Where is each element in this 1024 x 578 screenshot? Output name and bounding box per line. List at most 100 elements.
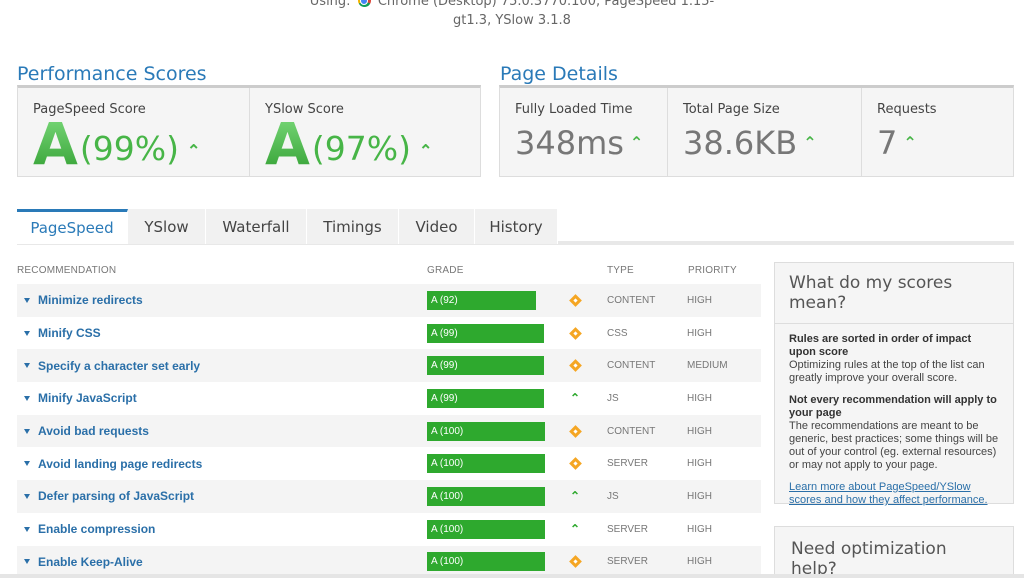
table-row[interactable]: Minimize redirects A (92) CONTENT HIGH (17, 284, 761, 317)
caret-down-icon (24, 428, 30, 434)
table-row[interactable]: Avoid landing page redirects A (100) SERVE… (17, 447, 761, 480)
pagespeed-score: PageSpeed Score A (99%) ⌃ (18, 88, 249, 176)
recommendation-priority: MEDIUM (687, 360, 728, 372)
grade-bar-track: A (99) (427, 356, 545, 376)
recommendation-priority: HIGH (687, 458, 712, 470)
browser-info-cont: gt1.3, YSlow 3.1.8 (453, 13, 571, 28)
recommendation-name[interactable]: Enable Keep-Alive (17, 555, 427, 569)
caret-down-icon (24, 526, 30, 532)
requests-value: 7 (877, 124, 898, 162)
total-page-size: Total Page Size 38.6KB ⌃ (667, 88, 861, 176)
recommendation-priority: HIGH (687, 294, 712, 306)
recommendation-name[interactable]: Minify CSS (17, 326, 427, 340)
column-header-recommendation: RECOMMENDATION (17, 265, 117, 276)
recommendation-type: CONTENT (607, 294, 656, 306)
recommendation-name[interactable]: Specify a character set early (17, 359, 427, 373)
fully-loaded-value: 348ms (515, 124, 624, 162)
diamond-icon (568, 326, 582, 340)
page-size-label: Total Page Size (683, 102, 780, 117)
table-row[interactable]: Enable compression A (100) ⌃ SERVER HIGH (17, 513, 761, 546)
trend-indicator (545, 359, 607, 373)
panel-heading: Rules are sorted in order of impact upon… (789, 333, 972, 358)
tab-history[interactable]: History (475, 209, 558, 244)
column-header-grade: GRADE (427, 265, 464, 276)
tab-waterfall[interactable]: Waterfall (206, 209, 307, 244)
recommendation-name[interactable]: Defer parsing of JavaScript (17, 489, 427, 503)
recommendation-label: Avoid bad requests (38, 424, 149, 439)
column-header-priority: PRIORITY (688, 265, 737, 276)
table-row[interactable]: Defer parsing of JavaScript A (100) ⌃ JS HIG… (17, 480, 761, 513)
learn-more-link[interactable]: Learn more about PageSpeed/YSlow scores … (789, 481, 999, 507)
page-size-value: 38.6KB (683, 124, 798, 162)
grade-bar: A (100) (427, 519, 545, 539)
table-row[interactable]: Minify CSS A (99) CSS HIGH (17, 317, 761, 350)
chevron-up-icon: ⌃ (187, 143, 201, 160)
recommendation-label: Specify a character set early (38, 358, 201, 373)
caret-down-icon (24, 297, 30, 303)
chevron-up-icon: ⌃ (419, 143, 433, 160)
recommendation-priority: HIGH (687, 490, 712, 502)
fully-loaded-label: Fully Loaded Time (515, 102, 633, 117)
grade-bar: A (100) (427, 486, 545, 506)
table-row[interactable]: Avoid bad requests A (100) CONTENT HIGH (17, 414, 761, 448)
grade-bar: A (99) (427, 356, 544, 376)
panel-heading: Not every recommendation will apply to y… (789, 394, 997, 419)
recommendation-type: JS (607, 392, 619, 404)
recommendation-label: Minify CSS (38, 326, 101, 341)
trend-indicator: ⌃ (545, 523, 607, 535)
recommendation-name[interactable]: Minify JavaScript (17, 391, 427, 405)
caret-down-icon (24, 363, 30, 369)
performance-scores-title: Performance Scores (17, 63, 207, 85)
tab-pagespeed[interactable]: PageSpeed (17, 209, 128, 244)
panel-text: Optimizing rules at the top of the list … (789, 359, 985, 384)
grade-bar-track: A (100) (427, 519, 545, 539)
panel-title: What do my scores mean? (775, 273, 1013, 324)
tab-video[interactable]: Video (399, 209, 475, 244)
recommendation-type: SERVER (607, 556, 648, 568)
grade-bar-track: A (100) (427, 486, 545, 506)
caret-down-icon (24, 461, 30, 467)
recommendation-label: Enable Keep-Alive (38, 554, 143, 569)
using-label: Using: (309, 0, 351, 9)
chevron-up-icon: ⌃ (629, 133, 644, 152)
performance-scores-box: PageSpeed Score A (99%) ⌃ YSlow Score A … (17, 85, 481, 177)
recommendation-label: Defer parsing of JavaScript (38, 489, 195, 504)
grade-bar: A (99) (427, 323, 544, 343)
optimization-help-panel: Need optimization help? (774, 526, 1014, 578)
recommendation-type: SERVER (607, 523, 648, 535)
recommendation-type: CONTENT (607, 360, 656, 372)
table-row[interactable]: Specify a character set early A (99) CONTE… (17, 349, 761, 383)
grade-bar: A (100) (427, 421, 545, 441)
trend-indicator (545, 326, 607, 340)
caret-down-icon (24, 559, 30, 565)
diamond-icon (568, 457, 582, 471)
recommendation-priority: HIGH (687, 425, 712, 437)
recommendation-name[interactable]: Minimize redirects (17, 293, 427, 307)
recommendation-name[interactable]: Avoid bad requests (17, 424, 427, 438)
requests-label: Requests (877, 102, 937, 117)
report-tabs: PageSpeed YSlow Waterfall Timings Video … (17, 209, 1014, 245)
grade-bar-track: A (100) (427, 421, 545, 441)
caret-down-icon (24, 395, 30, 401)
recommendation-name[interactable]: Enable compression (17, 522, 427, 536)
scores-explanation-panel: What do my scores mean? Rules are sorted… (774, 262, 1014, 507)
diamond-icon (568, 555, 582, 569)
grade-bar: A (100) (427, 454, 545, 474)
recommendation-name[interactable]: Avoid landing page redirects (17, 457, 427, 471)
chevron-up-icon: ⌃ (569, 391, 581, 406)
table-row[interactable]: Minify JavaScript A (99) ⌃ JS HIGH (17, 382, 761, 415)
chrome-icon (357, 0, 371, 7)
grade-bar-track: A (100) (427, 454, 545, 474)
chevron-up-icon: ⌃ (903, 133, 917, 152)
browser-info: Chrome (Desktop) 75.0.3770.100, PageSpee… (377, 0, 715, 9)
requests: Requests 7 ⌃ (861, 88, 1013, 176)
trend-indicator (545, 555, 607, 569)
recommendation-type: SERVER (607, 458, 648, 470)
tab-timings[interactable]: Timings (307, 209, 399, 244)
chevron-up-icon: ⌃ (569, 489, 581, 504)
chevron-up-icon: ⌃ (803, 133, 817, 152)
recommendation-priority: HIGH (687, 327, 712, 339)
tab-yslow[interactable]: YSlow (128, 209, 206, 244)
bottom-divider (0, 574, 1024, 578)
page-details-title: Page Details (500, 63, 618, 85)
